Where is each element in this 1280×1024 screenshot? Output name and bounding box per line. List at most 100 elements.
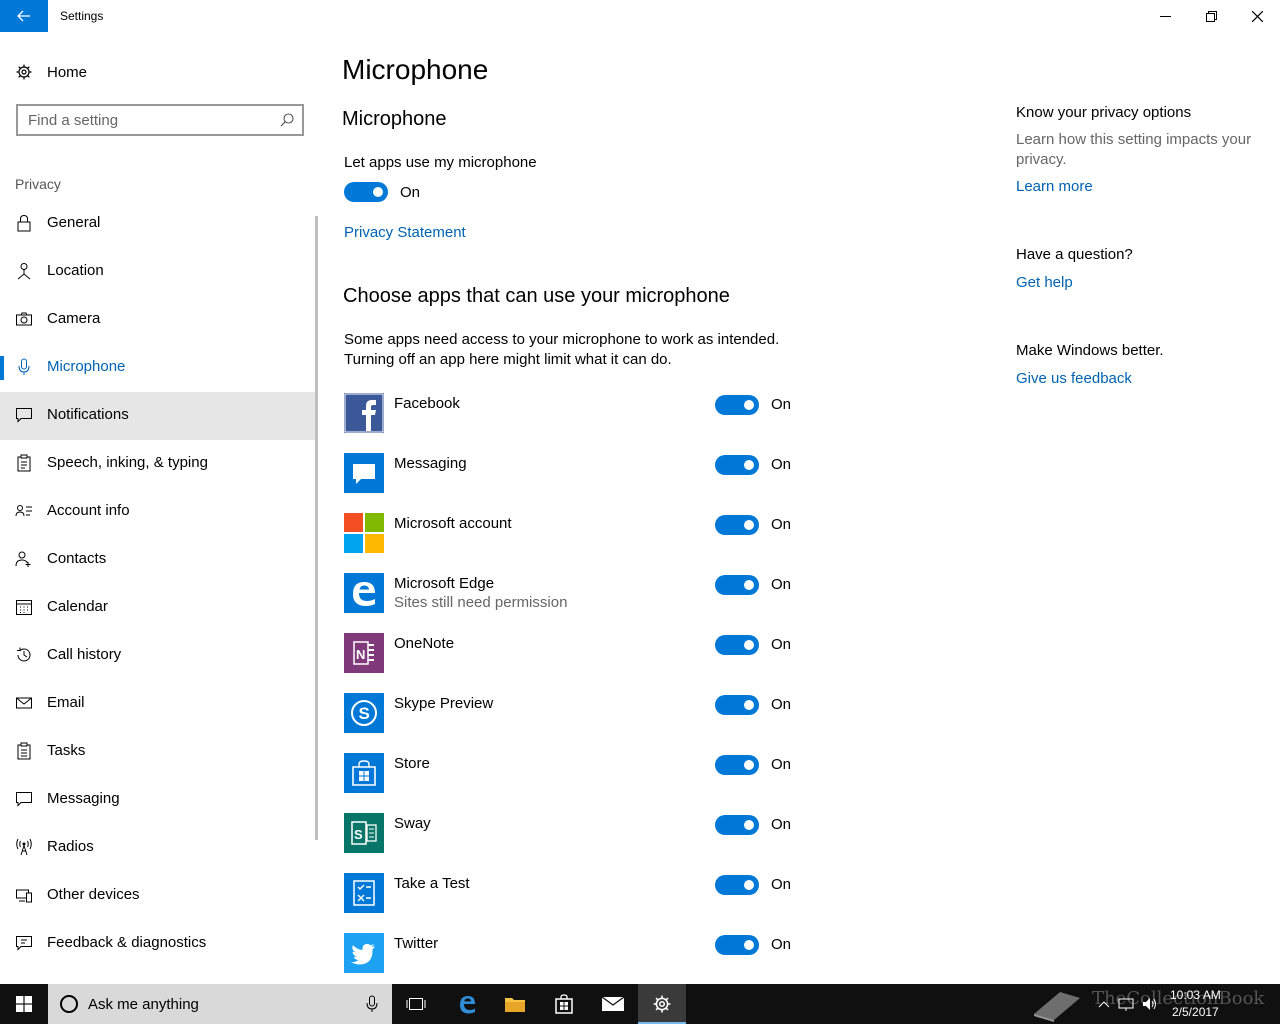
sidebar-item-notifications[interactable]: Notifications <box>0 392 318 440</box>
app-toggle-state: On <box>771 756 792 773</box>
camera-icon <box>16 312 32 326</box>
clock-time[interactable]: 10:03 AM <box>1170 988 1221 1002</box>
close-button[interactable] <box>1234 0 1280 32</box>
learn-more-link[interactable]: Learn more <box>1016 178 1093 195</box>
windows-logo-icon <box>16 996 32 1012</box>
home-nav-item[interactable]: Home <box>0 58 320 86</box>
sidebar-item-call-history[interactable]: Call history <box>0 632 318 680</box>
sidebar-item-messaging[interactable]: Messaging <box>0 776 318 824</box>
account-icon <box>15 505 32 517</box>
sidebar-item-microphone[interactable]: Microphone <box>0 344 318 392</box>
search-box[interactable] <box>16 104 304 136</box>
volume-icon[interactable] <box>1142 997 1158 1011</box>
sidebar-item-location[interactable]: Location <box>0 248 318 296</box>
window-title: Settings <box>60 9 104 23</box>
history-icon <box>17 647 31 662</box>
gear-icon <box>653 995 671 1013</box>
app-row-messaging: Messaging On <box>344 453 804 513</box>
taskbar: Ask me anything TheCollectionBook 10:03 … <box>0 984 1280 1024</box>
app-toggle-microsoft-edge[interactable] <box>715 575 759 595</box>
app-subtext: Sites still need permission <box>394 594 568 611</box>
store-icon <box>344 753 384 793</box>
get-help-link[interactable]: Get help <box>1016 274 1073 291</box>
svg-text:N: N <box>356 647 365 662</box>
app-name: Store <box>394 755 430 772</box>
sidebar-item-contacts[interactable]: Contacts <box>0 536 318 584</box>
search-input[interactable] <box>28 112 268 129</box>
sidebar-item-general[interactable]: General <box>0 200 318 248</box>
app-toggle-onenote[interactable] <box>715 635 759 655</box>
app-name: Twitter <box>394 935 439 952</box>
app-row-microsoft-edge: Microsoft Edge Sites still need permissio… <box>344 573 804 633</box>
sidebar-scrollbar[interactable] <box>315 216 318 840</box>
microphone-icon[interactable] <box>366 995 378 1013</box>
taskbar-file-explorer[interactable] <box>491 984 539 1024</box>
search-icon <box>280 113 294 127</box>
sidebar-item-label: Microphone <box>47 358 126 375</box>
question-heading: Have a question? <box>1016 246 1133 263</box>
app-row-skype-preview: S Skype Preview On <box>344 693 804 753</box>
lock-icon <box>17 214 31 232</box>
sidebar-item-tasks[interactable]: Tasks <box>0 728 318 776</box>
facebook-icon <box>344 393 384 433</box>
sidebar-item-feedback-diagnostics[interactable]: Feedback & diagnostics <box>0 920 318 968</box>
email-icon <box>16 697 32 709</box>
cortana-icon <box>60 995 78 1013</box>
tasks-icon <box>17 742 31 760</box>
taskbar-edge[interactable] <box>443 984 491 1024</box>
app-row-facebook: Facebook On <box>344 393 804 453</box>
app-toggle-state: On <box>771 516 792 533</box>
app-toggle-state: On <box>771 876 792 893</box>
app-toggle-facebook[interactable] <box>715 395 759 415</box>
app-toggle-skype-preview[interactable] <box>715 695 759 715</box>
master-toggle[interactable] <box>344 182 388 202</box>
app-toggle-twitter[interactable] <box>715 935 759 955</box>
start-button[interactable] <box>0 984 48 1024</box>
cortana-search[interactable]: Ask me anything <box>48 984 392 1024</box>
sidebar-item-label: Other devices <box>47 886 140 903</box>
restore-button[interactable] <box>1188 0 1234 32</box>
sidebar-item-calendar[interactable]: Calendar <box>0 584 318 632</box>
sidebar-item-label: Feedback & diagnostics <box>47 934 207 951</box>
app-row-take-a-test: Take a Test On <box>344 873 804 933</box>
back-button[interactable] <box>0 0 48 32</box>
app-name: OneNote <box>394 635 455 652</box>
chevron-up-icon[interactable] <box>1098 1000 1110 1008</box>
mail-icon <box>601 996 625 1011</box>
app-toggle-store[interactable] <box>715 755 759 775</box>
back-arrow-icon <box>17 10 30 22</box>
sidebar-item-label: Messaging <box>47 790 120 807</box>
sidebar-item-other-devices[interactable]: Other devices <box>0 872 318 920</box>
app-toggle-take-a-test[interactable] <box>715 875 759 895</box>
sidebar-item-camera[interactable]: Camera <box>0 296 318 344</box>
task-view-button[interactable] <box>392 984 440 1024</box>
sidebar-item-label: Notifications <box>47 406 129 423</box>
sidebar-item-radios[interactable]: Radios <box>0 824 318 872</box>
sidebar-item-account-info[interactable]: Account info <box>0 488 318 536</box>
app-row-microsoft-account: Microsoft account On <box>344 513 804 573</box>
privacy-statement-link[interactable]: Privacy Statement <box>344 224 466 241</box>
book-icon <box>1034 992 1080 1022</box>
gear-icon <box>16 64 32 80</box>
give-feedback-link[interactable]: Give us feedback <box>1016 370 1132 387</box>
master-toggle-state: On <box>400 184 421 201</box>
sidebar-item-label: General <box>47 214 101 231</box>
sidebar-item-email[interactable]: Email <box>0 680 318 728</box>
clock-date[interactable]: 2/5/2017 <box>1172 1005 1219 1019</box>
app-name: Sway <box>394 815 431 832</box>
taskbar-store[interactable] <box>540 984 588 1024</box>
sidebar-item-label: Contacts <box>47 550 107 567</box>
sidebar-item-speech-inking-typing[interactable]: Speech, inking, & typing <box>0 440 318 488</box>
feedback-icon <box>16 936 32 951</box>
sidebar-item-label: Account info <box>47 502 130 519</box>
app-toggle-sway[interactable] <box>715 815 759 835</box>
app-toggle-state: On <box>771 636 792 653</box>
taskbar-settings[interactable] <box>638 984 686 1024</box>
app-toggle-microsoft-account[interactable] <box>715 515 759 535</box>
app-toggle-messaging[interactable] <box>715 455 759 475</box>
minimize-button[interactable] <box>1142 0 1188 32</box>
close-icon <box>1251 10 1263 22</box>
messaging-app-icon <box>344 453 384 493</box>
network-icon[interactable] <box>1118 997 1134 1011</box>
taskbar-mail[interactable] <box>589 984 637 1024</box>
